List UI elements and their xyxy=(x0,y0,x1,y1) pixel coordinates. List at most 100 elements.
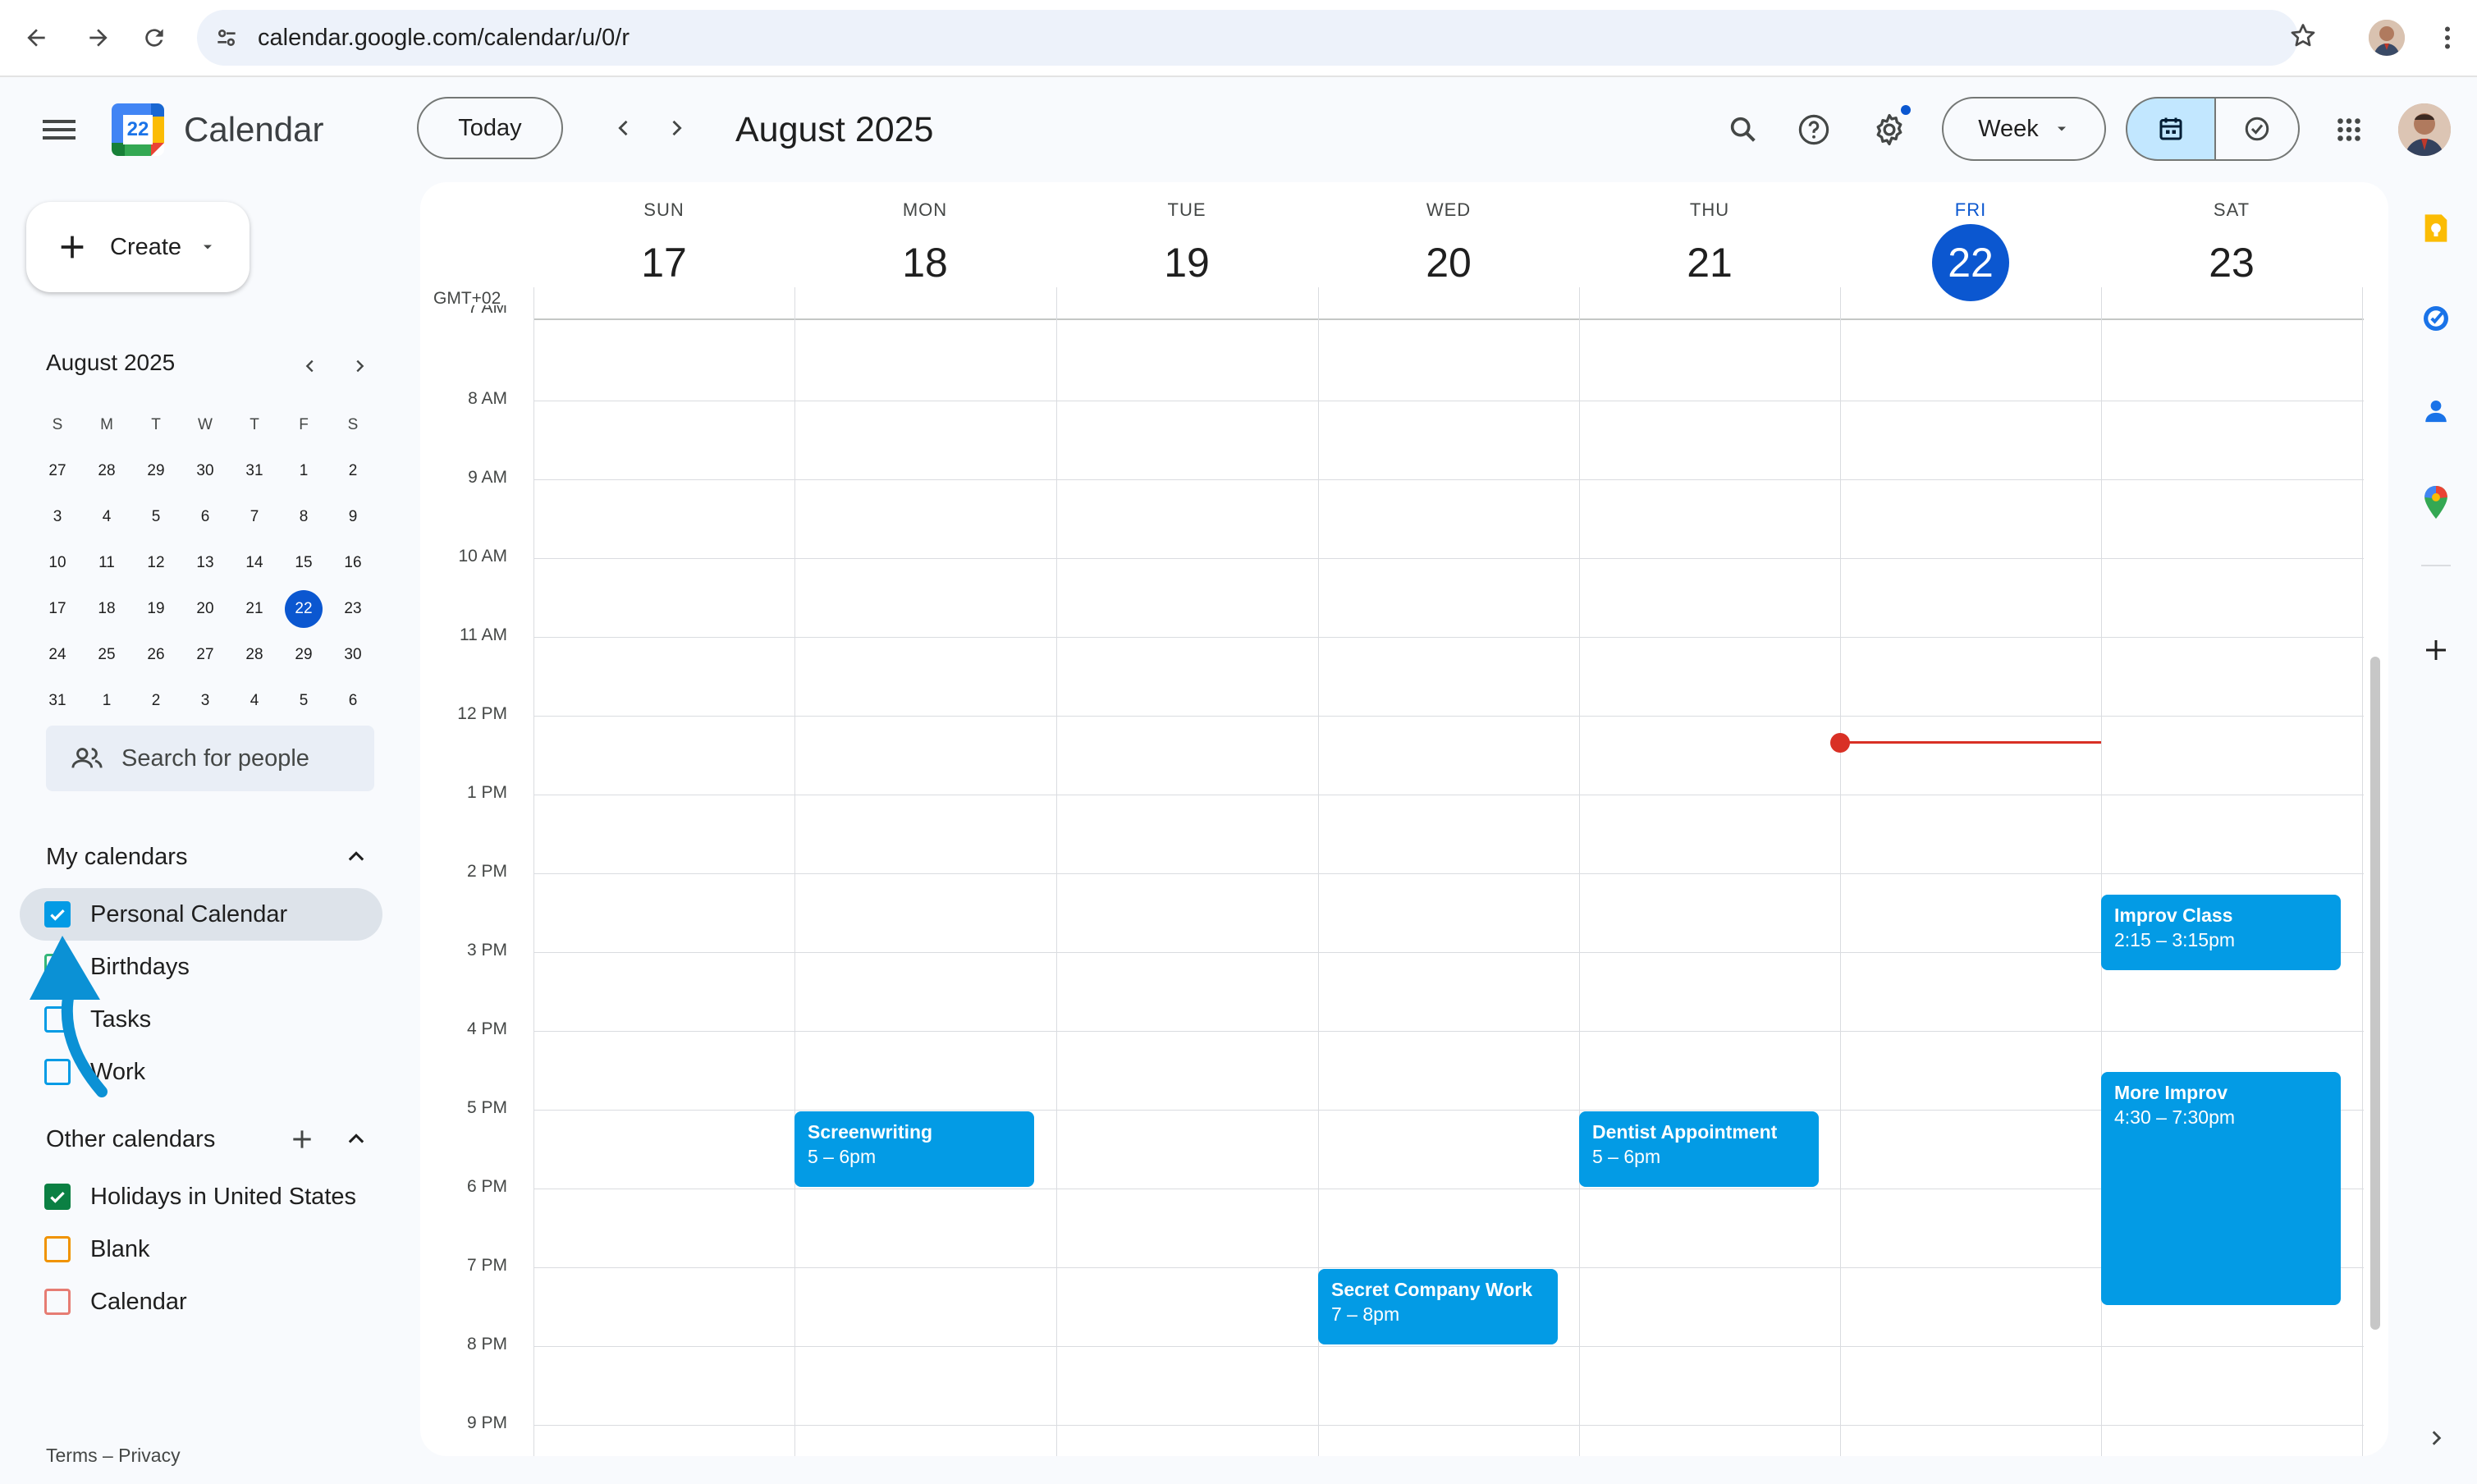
reload-icon[interactable] xyxy=(136,20,172,56)
calendar-checkbox[interactable] xyxy=(44,901,71,928)
keep-icon[interactable] xyxy=(2418,210,2454,246)
mini-day[interactable]: 20 xyxy=(181,591,230,627)
mini-day[interactable]: 16 xyxy=(328,545,378,581)
mini-day[interactable]: 14 xyxy=(230,545,279,581)
scrollbar[interactable] xyxy=(2370,657,2380,1330)
day-number[interactable]: 17 xyxy=(533,225,795,300)
mini-day[interactable]: 1 xyxy=(82,683,131,719)
mini-day[interactable]: 31 xyxy=(33,683,82,719)
calendar-event[interactable]: Secret Company Work 7 – 8pm xyxy=(1318,1269,1558,1344)
search-people-input[interactable]: Search for people xyxy=(46,726,374,791)
mini-day[interactable]: 4 xyxy=(82,499,131,535)
more-vert-icon[interactable] xyxy=(2433,23,2462,53)
day-header[interactable]: SAT 23 xyxy=(2100,195,2363,300)
mini-day[interactable]: 2 xyxy=(131,683,181,719)
collapse-icon[interactable] xyxy=(337,1120,376,1159)
day-number[interactable]: 18 xyxy=(794,225,1056,300)
day-header[interactable]: SUN 17 xyxy=(533,195,795,300)
mini-day[interactable]: 1 xyxy=(279,453,328,489)
mini-next-icon[interactable] xyxy=(343,350,376,382)
expand-panel-icon[interactable] xyxy=(2418,1420,2454,1456)
calendar-event[interactable]: Improv Class 2:15 – 3:15pm xyxy=(2101,895,2341,970)
mini-prev-icon[interactable] xyxy=(294,350,327,382)
mini-day[interactable]: 29 xyxy=(131,453,181,489)
calendar-event[interactable]: Dentist Appointment 5 – 6pm xyxy=(1579,1111,1819,1187)
calendar-item[interactable]: Blank xyxy=(20,1223,382,1276)
bookmark-star-icon[interactable] xyxy=(2288,21,2318,51)
profile-avatar[interactable] xyxy=(2369,20,2405,56)
mini-day[interactable]: 30 xyxy=(181,453,230,489)
mini-day[interactable]: 10 xyxy=(33,545,82,581)
app-title[interactable]: Calendar xyxy=(184,103,323,156)
mini-day[interactable]: 30 xyxy=(328,637,378,673)
back-icon[interactable] xyxy=(18,20,54,56)
menu-icon[interactable] xyxy=(36,110,82,149)
site-info-icon[interactable] xyxy=(213,25,240,51)
mini-day[interactable]: 29 xyxy=(279,637,328,673)
day-number[interactable]: 20 xyxy=(1317,225,1580,300)
view-selector[interactable]: Week xyxy=(1942,97,2106,161)
mini-day[interactable]: 28 xyxy=(230,637,279,673)
mini-day[interactable]: 11 xyxy=(82,545,131,581)
calendar-view-icon[interactable] xyxy=(2126,97,2216,161)
day-number[interactable]: 19 xyxy=(1055,225,1318,300)
maps-icon[interactable] xyxy=(2418,484,2454,520)
calendar-checkbox[interactable] xyxy=(44,1184,71,1210)
mini-day[interactable]: 5 xyxy=(131,499,181,535)
day-header[interactable]: TUE 19 xyxy=(1055,195,1318,300)
calendar-event[interactable]: More Improv 4:30 – 7:30pm xyxy=(2101,1072,2341,1305)
apps-grid-icon[interactable] xyxy=(2328,108,2370,151)
mini-day[interactable]: 4 xyxy=(230,683,279,719)
mini-day[interactable]: 21 xyxy=(230,591,279,627)
mini-day[interactable]: 25 xyxy=(82,637,131,673)
mini-day[interactable]: 26 xyxy=(131,637,181,673)
mini-day[interactable]: 18 xyxy=(82,591,131,627)
mini-day[interactable]: 12 xyxy=(131,545,181,581)
mini-day[interactable]: 3 xyxy=(181,683,230,719)
tasks-icon[interactable] xyxy=(2418,300,2454,337)
day-number[interactable]: 21 xyxy=(1578,225,1841,300)
prev-icon[interactable] xyxy=(604,108,643,148)
calendar-item[interactable]: Personal Calendar xyxy=(20,888,382,941)
mini-day[interactable]: 23 xyxy=(328,591,378,627)
mini-day[interactable]: 5 xyxy=(279,683,328,719)
create-button[interactable]: Create xyxy=(26,202,250,292)
url-text[interactable]: calendar.google.com/calendar/u/0/r xyxy=(258,10,630,66)
mini-day[interactable]: 13 xyxy=(181,545,230,581)
my-calendars-title[interactable]: My calendars xyxy=(46,834,187,880)
mini-day[interactable]: 27 xyxy=(181,637,230,673)
mini-day[interactable]: 2 xyxy=(328,453,378,489)
next-icon[interactable] xyxy=(657,108,696,148)
add-addon-icon[interactable] xyxy=(2418,632,2454,668)
day-header[interactable]: WED 20 xyxy=(1317,195,1580,300)
forward-icon[interactable] xyxy=(80,20,117,56)
day-header[interactable]: MON 18 xyxy=(794,195,1056,300)
calendar-item[interactable]: Holidays in United States xyxy=(20,1170,382,1223)
add-calendar-icon[interactable] xyxy=(282,1120,322,1159)
mini-day[interactable]: 19 xyxy=(131,591,181,627)
contacts-icon[interactable] xyxy=(2418,392,2454,428)
mini-day[interactable]: 7 xyxy=(230,499,279,535)
mini-day[interactable]: 15 xyxy=(279,545,328,581)
mini-day[interactable]: 27 xyxy=(33,453,82,489)
calendar-checkbox[interactable] xyxy=(44,1236,71,1262)
collapse-icon[interactable] xyxy=(337,837,376,877)
help-icon[interactable] xyxy=(1793,108,1835,151)
mini-day[interactable]: 9 xyxy=(328,499,378,535)
mini-day[interactable]: 17 xyxy=(33,591,82,627)
mini-day[interactable]: 28 xyxy=(82,453,131,489)
mini-day[interactable]: 8 xyxy=(279,499,328,535)
mini-day[interactable]: 31 xyxy=(230,453,279,489)
day-header[interactable]: THU 21 xyxy=(1578,195,1841,300)
mini-day[interactable]: 24 xyxy=(33,637,82,673)
calendar-item[interactable]: Calendar xyxy=(20,1276,382,1328)
other-calendars-title[interactable]: Other calendars xyxy=(46,1116,215,1162)
today-button[interactable]: Today xyxy=(417,97,563,159)
mini-day[interactable]: 3 xyxy=(33,499,82,535)
mini-day[interactable]: 22 xyxy=(279,590,328,628)
day-header[interactable]: FRI 22 xyxy=(1839,195,2102,301)
calendar-event[interactable]: Screenwriting 5 – 6pm xyxy=(794,1111,1034,1187)
day-number[interactable]: 22 xyxy=(1839,224,2102,301)
day-number[interactable]: 23 xyxy=(2100,225,2363,300)
account-avatar[interactable] xyxy=(2398,103,2451,156)
